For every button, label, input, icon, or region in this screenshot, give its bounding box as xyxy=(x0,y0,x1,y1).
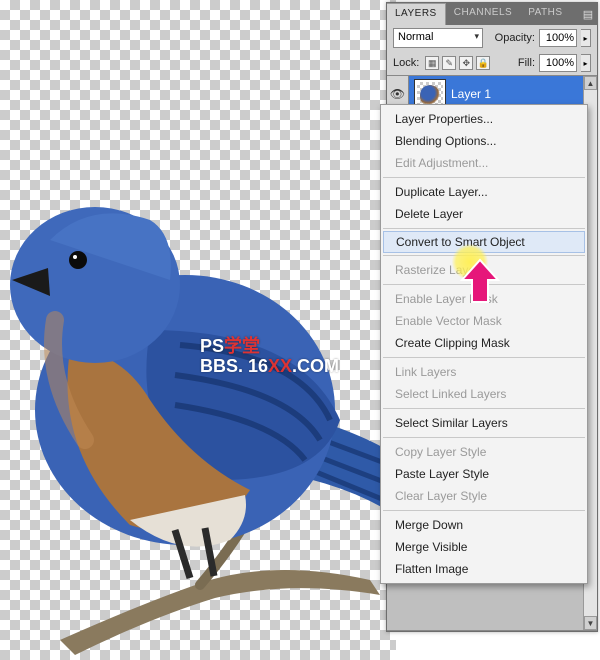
menu-separator xyxy=(383,408,585,409)
menu-clear-layer-style: Clear Layer Style xyxy=(381,485,587,507)
menu-separator xyxy=(383,177,585,178)
watermark-line1: PS学堂 xyxy=(200,332,260,358)
menu-merge-down[interactable]: Merge Down xyxy=(381,514,587,536)
tab-channels[interactable]: CHANNELS xyxy=(446,3,520,25)
menu-blending-options[interactable]: Blending Options... xyxy=(381,130,587,152)
fill-input[interactable]: 100% xyxy=(539,54,577,72)
menu-flatten-image[interactable]: Flatten Image xyxy=(381,558,587,580)
layer-context-menu: Layer Properties... Blending Options... … xyxy=(380,104,588,584)
menu-copy-layer-style: Copy Layer Style xyxy=(381,441,587,463)
menu-duplicate-layer[interactable]: Duplicate Layer... xyxy=(381,181,587,203)
menu-separator xyxy=(383,357,585,358)
lock-transparency-icon[interactable]: ▦ xyxy=(425,56,439,70)
menu-separator xyxy=(383,284,585,285)
blend-mode-select[interactable]: Normal xyxy=(393,28,483,48)
menu-select-linked: Select Linked Layers xyxy=(381,383,587,405)
lock-all-icon[interactable]: 🔒 xyxy=(476,56,490,70)
lock-position-icon[interactable]: ✥ xyxy=(459,56,473,70)
menu-merge-visible[interactable]: Merge Visible xyxy=(381,536,587,558)
scroll-down-icon[interactable]: ▼ xyxy=(584,616,597,630)
tab-paths[interactable]: PATHS xyxy=(520,3,570,25)
menu-separator xyxy=(383,255,585,256)
fill-flyout-icon[interactable]: ▸ xyxy=(581,54,591,72)
menu-edit-adjustment: Edit Adjustment... xyxy=(381,152,587,174)
fill-label: Fill: xyxy=(518,57,535,69)
menu-create-clipping-mask[interactable]: Create Clipping Mask xyxy=(381,332,587,354)
menu-select-similar[interactable]: Select Similar Layers xyxy=(381,412,587,434)
lock-label: Lock: xyxy=(393,57,419,69)
scroll-up-icon[interactable]: ▲ xyxy=(584,76,597,90)
layer-name-label[interactable]: Layer 1 xyxy=(451,87,491,101)
watermark-line2: BBS. 16XX.COM xyxy=(200,356,339,377)
opacity-flyout-icon[interactable]: ▸ xyxy=(581,29,591,47)
menu-layer-properties[interactable]: Layer Properties... xyxy=(381,108,587,130)
menu-paste-layer-style[interactable]: Paste Layer Style xyxy=(381,463,587,485)
menu-delete-layer[interactable]: Delete Layer xyxy=(381,203,587,225)
opacity-label: Opacity: xyxy=(495,32,535,44)
menu-separator xyxy=(383,437,585,438)
document-canvas[interactable]: PS学堂 BBS. 16XX.COM xyxy=(0,0,396,660)
menu-link-layers: Link Layers xyxy=(381,361,587,383)
menu-separator xyxy=(383,228,585,229)
panel-menu-icon[interactable]: ▤ xyxy=(579,3,597,25)
panel-tabs: LAYERS CHANNELS PATHS ▤ xyxy=(387,3,597,25)
menu-rasterize-layer: Rasterize Layer xyxy=(381,259,587,281)
lock-pixels-icon[interactable]: ✎ xyxy=(442,56,456,70)
opacity-input[interactable]: 100% xyxy=(539,29,577,47)
menu-convert-smart-object[interactable]: Convert to Smart Object xyxy=(383,231,585,253)
bird-artwork xyxy=(0,120,396,660)
menu-enable-vector-mask: Enable Vector Mask xyxy=(381,310,587,332)
menu-enable-layer-mask: Enable Layer Mask xyxy=(381,288,587,310)
menu-separator xyxy=(383,510,585,511)
tab-layers[interactable]: LAYERS xyxy=(387,3,446,25)
